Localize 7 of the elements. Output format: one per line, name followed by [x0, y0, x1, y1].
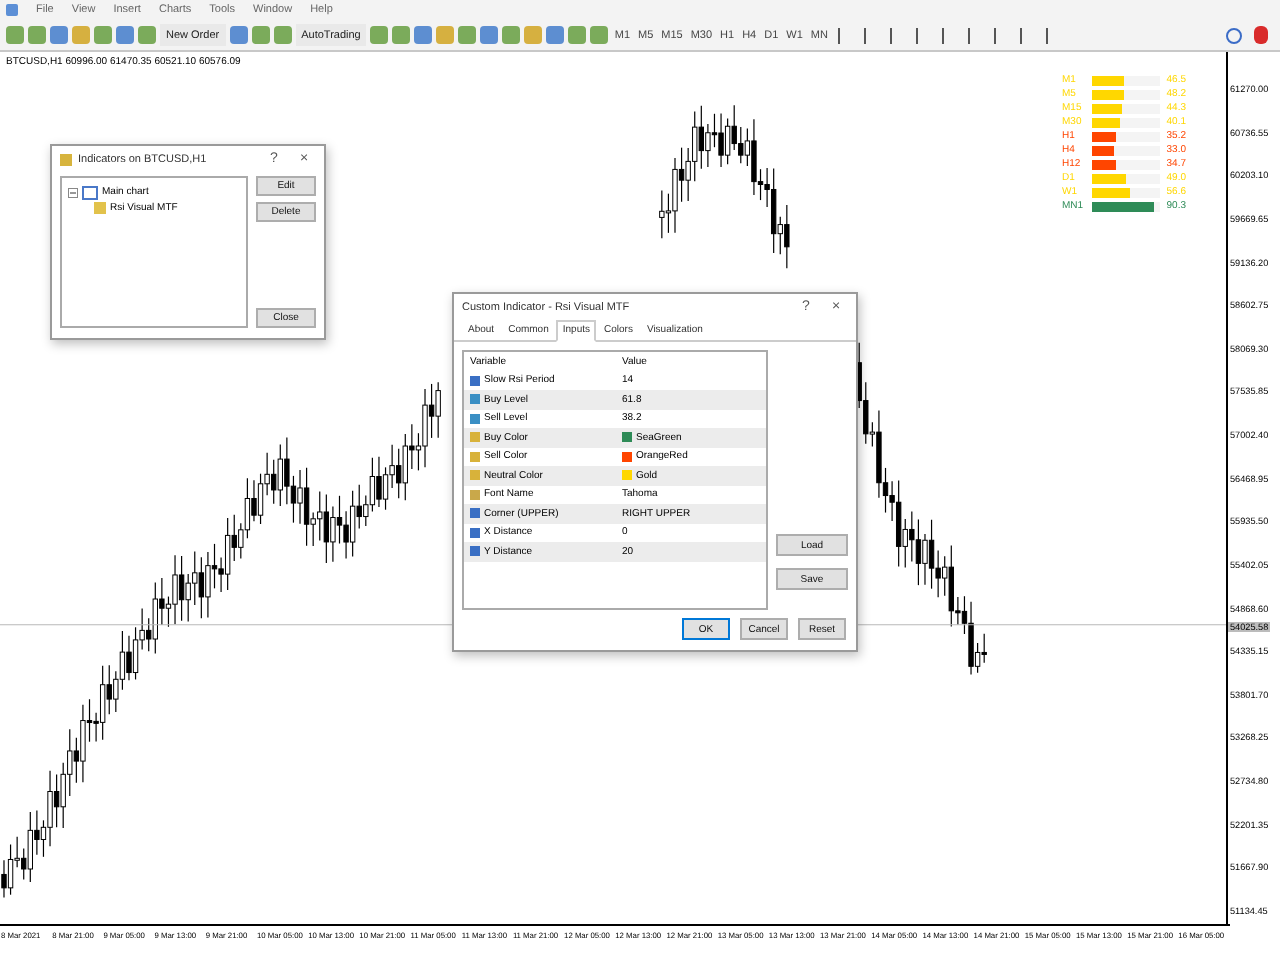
- search-icon[interactable]: [1226, 27, 1242, 43]
- alert-icon[interactable]: [1254, 26, 1268, 44]
- indicator-icon: [60, 153, 72, 165]
- app-logo-icon: [6, 4, 18, 16]
- indicator-icon: [94, 202, 106, 214]
- window-icon: [82, 185, 98, 199]
- collapse-icon[interactable]: [68, 187, 78, 197]
